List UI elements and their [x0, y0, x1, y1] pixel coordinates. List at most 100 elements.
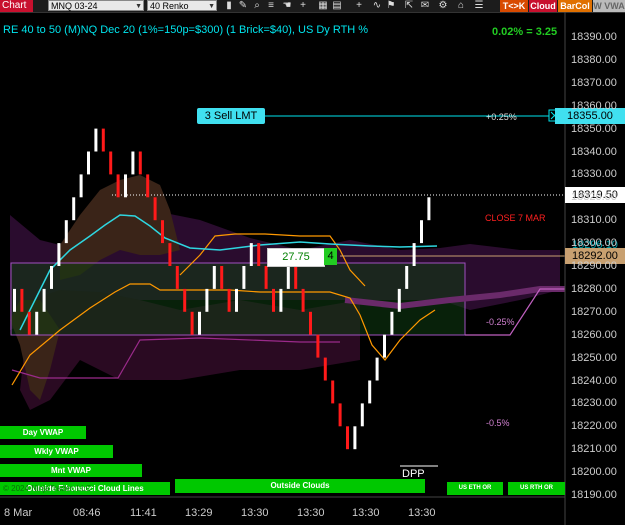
renko-brick-down — [338, 403, 342, 427]
pct-plus-label: +0.25% — [486, 112, 517, 122]
pnl-box[interactable]: 27.75 — [267, 248, 325, 267]
y-tick-label: 18320.00 — [571, 191, 617, 204]
x-tick-label: 13:30 — [297, 507, 325, 519]
renko-brick-up — [279, 288, 283, 312]
renko-brick-down — [301, 288, 305, 312]
y-tick-label: 18280.00 — [571, 282, 617, 295]
chart-window: { "toolbar": { "chart_label": "Chart", "… — [0, 0, 625, 525]
renko-brick-down — [220, 266, 224, 289]
pct-minus2-label: -0.5% — [486, 418, 510, 428]
renko-brick-up — [205, 288, 209, 312]
renko-brick-down — [272, 288, 275, 312]
renko-brick-down — [190, 311, 194, 335]
renko-brick-up — [50, 266, 53, 289]
pct-change-label: 0.02% = 3.25 — [492, 26, 558, 38]
renko-brick-down — [264, 266, 268, 289]
x-tick-label: 8 Mar — [4, 507, 33, 519]
renko-brick-up — [42, 288, 46, 312]
y-tick-label: 18210.00 — [571, 443, 617, 456]
renko-brick-up — [198, 311, 201, 335]
y-tick-label: 18310.00 — [571, 214, 617, 227]
renko-brick-down — [346, 426, 349, 450]
y-tick-label: 18230.00 — [571, 397, 617, 410]
renko-brick-up — [383, 334, 386, 358]
renko-brick-down — [316, 334, 320, 358]
renko-brick-up — [131, 151, 135, 175]
y-tick-label: 18330.00 — [571, 168, 617, 181]
renko-brick-up — [397, 288, 401, 312]
renko-brick-down — [116, 174, 120, 198]
y-tick-label: 18360.00 — [571, 99, 617, 112]
copyright-label: © 2024 NinjaTrader, LLC — [3, 484, 92, 493]
y-tick-label: 18220.00 — [571, 420, 617, 433]
renko-brick-up — [360, 403, 364, 427]
renko-brick-down — [323, 357, 327, 381]
x-tick-label: 13:30 — [408, 507, 436, 519]
renko-brick-down — [20, 288, 24, 312]
renko-brick-up — [79, 174, 83, 198]
renko-brick-down — [294, 266, 298, 289]
renko-brick-up — [286, 266, 290, 289]
x-tick-label: 08:46 — [73, 507, 101, 519]
y-tick-label: 18190.00 — [571, 489, 617, 501]
day-vwap-legend[interactable]: Day VWAP — [0, 426, 86, 439]
y-tick-label: 18200.00 — [571, 466, 617, 479]
x-tick-label: 13:30 — [352, 507, 380, 519]
x-tick-label: 13:29 — [185, 507, 213, 519]
renko-brick-down — [138, 151, 142, 175]
indicator-title: RE 40 to 50 (M)NQ Dec 20 (1%=150p=$300) … — [3, 24, 369, 36]
renko-brick-down — [257, 243, 261, 266]
sell-limit-order-label[interactable]: 3 Sell LMT — [197, 108, 265, 124]
renko-brick-up — [57, 243, 61, 266]
x-tick-label: 13:30 — [241, 507, 269, 519]
renko-brick-down — [309, 311, 312, 335]
renko-brick-down — [168, 243, 172, 266]
renko-brick-up — [13, 288, 16, 312]
renko-brick-up — [420, 220, 423, 244]
close-day-label: CLOSE 7 MAR — [485, 213, 546, 223]
y-tick-label: 18260.00 — [571, 328, 617, 341]
renko-brick-up — [427, 197, 431, 221]
y-tick-label: 18250.00 — [571, 351, 617, 364]
wkly-vwap-legend[interactable]: Wkly VWAP — [0, 445, 113, 458]
renko-brick-down — [227, 288, 231, 312]
renko-brick-up — [72, 197, 76, 221]
renko-brick-down — [175, 266, 179, 289]
renko-brick-up — [94, 128, 98, 152]
renko-brick-up — [353, 426, 357, 450]
renko-brick-up — [390, 311, 394, 335]
renko-brick-down — [27, 311, 31, 335]
renko-brick-down — [183, 288, 187, 312]
renko-brick-up — [87, 151, 90, 175]
renko-brick-up — [35, 311, 39, 335]
renko-brick-up — [368, 380, 372, 404]
renko-brick-up — [242, 266, 246, 289]
renko-brick-down — [161, 220, 164, 244]
renko-brick-up — [64, 220, 68, 244]
renko-brick-up — [412, 243, 416, 266]
us-rth-or-legend[interactable]: US RTH OR — [508, 482, 565, 495]
mnt-vwap-legend[interactable]: Mnt VWAP — [0, 464, 142, 477]
renko-brick-down — [109, 151, 113, 175]
y-tick-label: 18270.00 — [571, 305, 617, 318]
renko-brick-down — [101, 128, 105, 152]
renko-brick-up — [235, 288, 238, 312]
y-tick-label: 18340.00 — [571, 145, 617, 158]
pct-minus-label: -0.25% — [486, 317, 515, 327]
renko-brick-up — [375, 357, 379, 381]
x-tick-label: 11:41 — [130, 507, 157, 519]
y-tick-label: 18350.00 — [571, 122, 617, 135]
y-tick-label: 18370.00 — [571, 76, 617, 89]
y-tick-label: 18380.00 — [571, 53, 617, 66]
renko-brick-down — [331, 380, 335, 404]
y-tick-label: 18240.00 — [571, 374, 617, 387]
renko-brick-up — [212, 266, 216, 289]
y-tick-label: 18300.00 — [571, 237, 617, 250]
renko-brick-up — [249, 243, 253, 266]
outside-clouds-legend[interactable]: Outside Clouds — [175, 479, 425, 493]
position-count-badge: 4 — [324, 248, 337, 265]
renko-brick-up — [405, 266, 409, 289]
us-eth-or-legend[interactable]: US ETH OR — [447, 482, 503, 495]
renko-brick-up — [124, 174, 127, 198]
renko-brick-down — [153, 197, 157, 221]
